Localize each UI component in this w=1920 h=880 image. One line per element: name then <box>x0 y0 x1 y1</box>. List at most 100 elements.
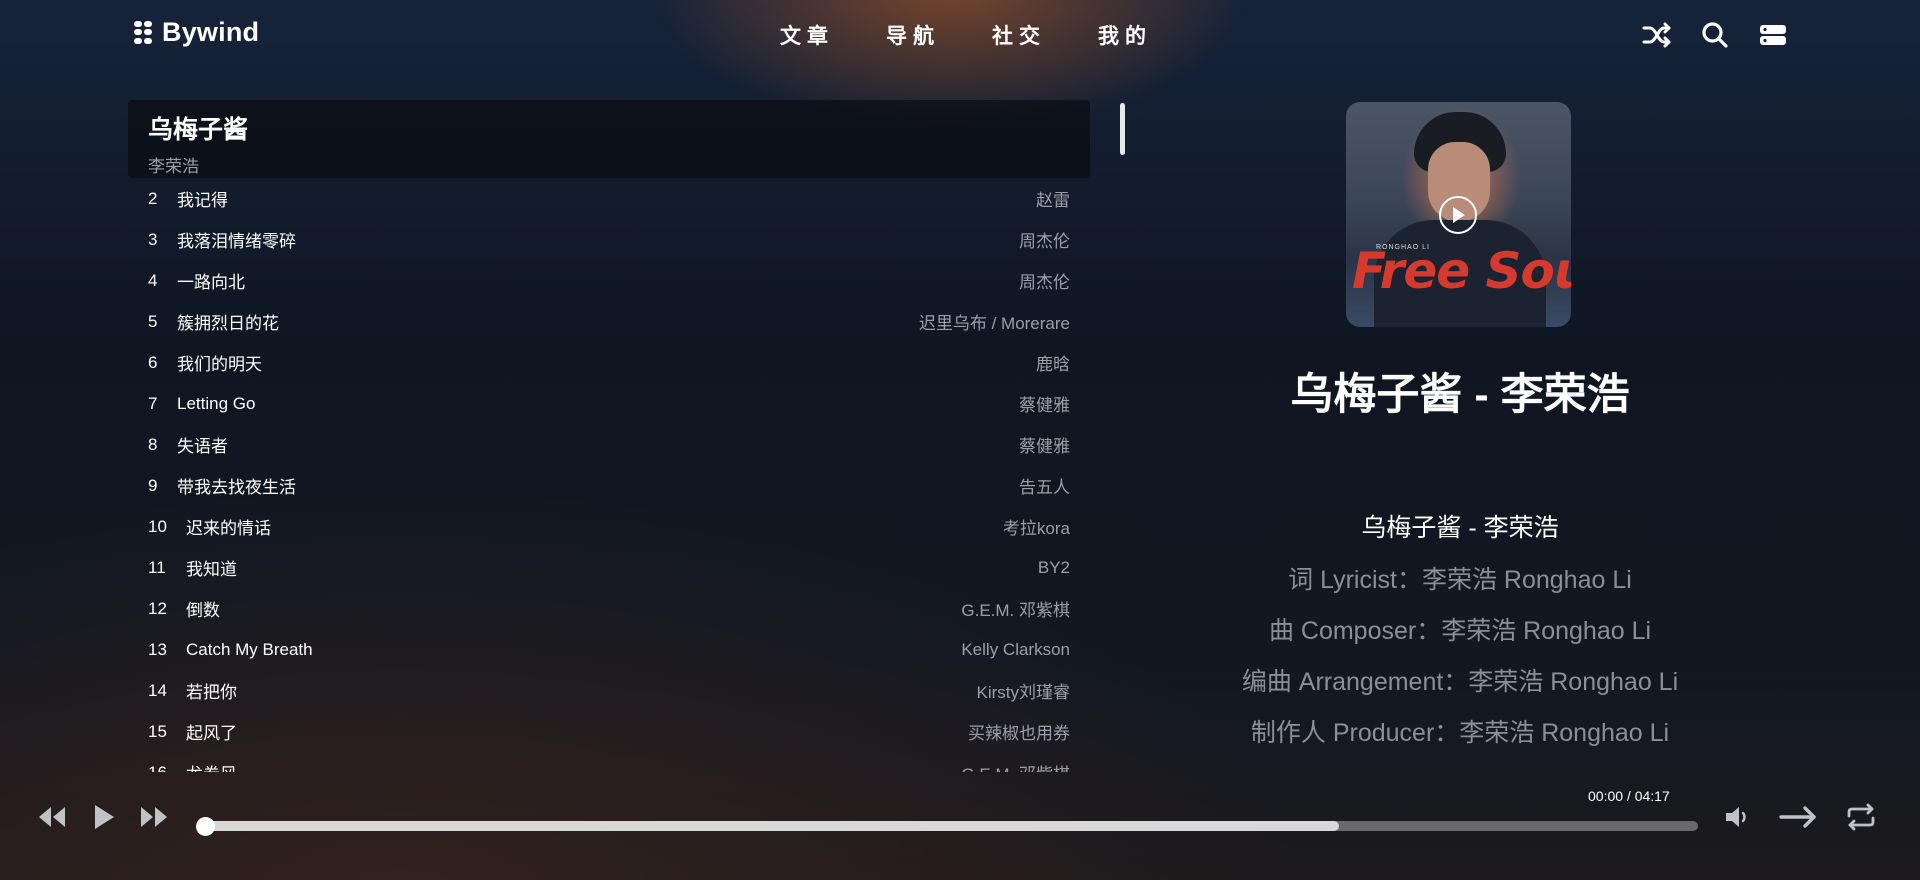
track-artist: 周杰伦 <box>1019 273 1070 292</box>
track-info: 5 簇拥烈日的花 <box>148 309 279 334</box>
track-title: Catch My Breath <box>186 639 313 659</box>
album-cover[interactable]: RONGHAO LI Free Soul <box>1346 102 1571 327</box>
play-button-icon[interactable] <box>92 802 116 832</box>
rewind-icon[interactable] <box>36 802 68 832</box>
track-index: 10 <box>148 516 167 536</box>
track-title: 我们的明天 <box>177 355 262 374</box>
track-row[interactable]: 16龙卷风G.E.M. 邓紫棋 <box>128 752 1090 773</box>
track-row[interactable]: 11 我知道 BY2 <box>128 547 1090 588</box>
server-menu-icon[interactable] <box>1756 18 1790 52</box>
logo[interactable]: Bywind <box>134 17 259 48</box>
progress-knob[interactable] <box>196 817 215 836</box>
track-index: 2 <box>148 188 158 208</box>
current-track-artist: 李荣浩 <box>148 157 199 176</box>
track-artist: 蔡健雅 <box>1019 437 1070 456</box>
current-track[interactable]: 乌梅子酱 李荣浩 <box>128 100 1090 178</box>
player-bar: 00:00 / 04:17 <box>0 770 1920 880</box>
lyric-line: 词 Lyricist：李荣浩 Ronghao Li <box>1288 566 1632 594</box>
track-index: 6 <box>148 352 158 372</box>
nav-item-social[interactable]: 社交 <box>992 20 1046 50</box>
buffer-fill <box>204 821 1340 831</box>
track-row[interactable]: 6 我们的明天 鹿晗 <box>128 342 1090 383</box>
nav-item-articles[interactable]: 文章 <box>780 20 834 50</box>
track-row[interactable]: 12 倒数 G.E.M. 邓紫棋 <box>128 588 1090 629</box>
track-title: 失语者 <box>177 437 228 456</box>
track-row[interactable]: 5 簇拥烈日的花 迟里乌布 / Morerare <box>128 301 1090 342</box>
track-title: 我知道 <box>186 560 237 579</box>
grid-dots-icon <box>134 20 152 45</box>
track-artist: 蔡健雅 <box>1019 396 1070 415</box>
track-artist: 赵雷 <box>1036 191 1070 210</box>
repeat-icon[interactable] <box>1844 802 1878 832</box>
track-index: 4 <box>148 270 158 290</box>
track-row[interactable]: 15 起风了 买辣椒也用券 <box>128 711 1090 752</box>
current-track-title: 乌梅子酱 <box>148 116 249 144</box>
lyric-line: 编曲 Arrangement：李荣浩 Ronghao Li <box>1241 668 1679 696</box>
track-index: 9 <box>148 475 158 495</box>
playlist: 乌梅子酱 李荣浩 2 我记得 赵雷 3 我落泪情绪零碎 周杰伦 4 一路向北 周杰伦 5 簇拥烈日的… <box>128 100 1090 772</box>
track-artist: Kirsty刘瑾睿 <box>976 683 1071 702</box>
track-info: 3 我落泪情绪零碎 <box>148 227 296 252</box>
track-artist: 鹿晗 <box>1036 355 1070 374</box>
track-title: 我落泪情绪零碎 <box>177 232 296 251</box>
progress-track[interactable] <box>204 821 1698 831</box>
cover-title: Free Soul <box>1352 242 1571 300</box>
track-title: 倒数 <box>186 601 220 620</box>
track-title: 我记得 <box>177 191 228 210</box>
track-index: 3 <box>148 229 158 249</box>
track-artist: 周杰伦 <box>1019 232 1070 251</box>
track-info: 9 带我去找夜生活 <box>148 473 296 498</box>
track-info: 7 Letting Go <box>148 394 255 414</box>
logo-text: Bywind <box>162 17 260 47</box>
track-index: 14 <box>148 680 167 700</box>
play-order-icon[interactable] <box>1778 802 1818 832</box>
track-artist: G.E.M. 邓紫棋 <box>961 601 1070 620</box>
now-playing-heading: 乌梅子酱 - 李荣浩 <box>1290 371 1630 419</box>
track-row[interactable]: 13 Catch My Breath Kelly Clarkson <box>128 629 1090 670</box>
track-row[interactable]: 9 带我去找夜生活 告五人 <box>128 465 1090 506</box>
track-artist: 告五人 <box>1019 478 1070 497</box>
track-info: 11 我知道 <box>148 555 237 580</box>
track-artist: Kelly Clarkson <box>961 639 1070 659</box>
nav-item-mine[interactable]: 我的 <box>1098 20 1152 50</box>
track-artist: 考拉kora <box>1002 519 1070 538</box>
track-info: 15 起风了 <box>148 719 237 744</box>
track-index: 13 <box>148 639 167 659</box>
track-info: 14 若把你 <box>148 678 237 703</box>
track-title: 若把你 <box>186 683 237 702</box>
track-index: 15 <box>148 721 167 741</box>
track-title: 迟来的情话 <box>186 519 271 538</box>
volume-icon[interactable] <box>1722 802 1752 832</box>
track-row[interactable]: 14 若把你 Kirsty刘瑾睿 <box>128 670 1090 711</box>
track-title: 一路向北 <box>177 273 245 292</box>
lyric-line: 制作人 Producer：李荣浩 Ronghao Li <box>1250 719 1670 747</box>
fast-forward-icon[interactable] <box>138 802 170 832</box>
shuffle-icon[interactable] <box>1640 18 1674 52</box>
track-index: 12 <box>148 598 167 618</box>
track-title: 带我去找夜生活 <box>177 478 296 497</box>
track-row[interactable]: 10 迟来的情话 考拉kora <box>128 506 1090 547</box>
track-artist: BY2 <box>1037 557 1070 577</box>
track-info: 2 我记得 <box>148 186 228 211</box>
track-row[interactable]: 8 失语者 蔡健雅 <box>128 424 1090 465</box>
track-row[interactable]: 2 我记得 赵雷 <box>128 178 1090 219</box>
track-info: 10 迟来的情话 <box>148 514 271 539</box>
header: Bywind 文章 导航 社交 我的 <box>0 0 1920 70</box>
track-title: 簇拥烈日的花 <box>177 314 279 333</box>
play-icon[interactable] <box>1439 196 1477 234</box>
nav-item-navigation[interactable]: 导航 <box>886 20 940 50</box>
header-actions <box>1640 18 1790 52</box>
playlist-scrollbar[interactable] <box>1120 103 1125 155</box>
track-title: Letting Go <box>177 393 256 413</box>
track-info: 13 Catch My Breath <box>148 640 313 660</box>
lyrics-panel: 乌梅子酱 - 李荣浩 词 Lyricist：李荣浩 Ronghao Li 曲 C… <box>1160 508 1760 748</box>
track-index: 11 <box>148 557 166 577</box>
track-index: 5 <box>148 311 158 331</box>
track-row[interactable]: 7 Letting Go 蔡健雅 <box>128 383 1090 424</box>
track-row[interactable]: 3 我落泪情绪零碎 周杰伦 <box>128 219 1090 260</box>
track-index: 8 <box>148 434 158 454</box>
track-artist: 买辣椒也用券 <box>968 724 1070 743</box>
search-icon[interactable] <box>1698 18 1732 52</box>
track-row[interactable]: 4 一路向北 周杰伦 <box>128 260 1090 301</box>
track-list: 2 我记得 赵雷 3 我落泪情绪零碎 周杰伦 4 一路向北 周杰伦 5 簇拥烈日的花 迟里乌布 / M… <box>128 178 1090 773</box>
